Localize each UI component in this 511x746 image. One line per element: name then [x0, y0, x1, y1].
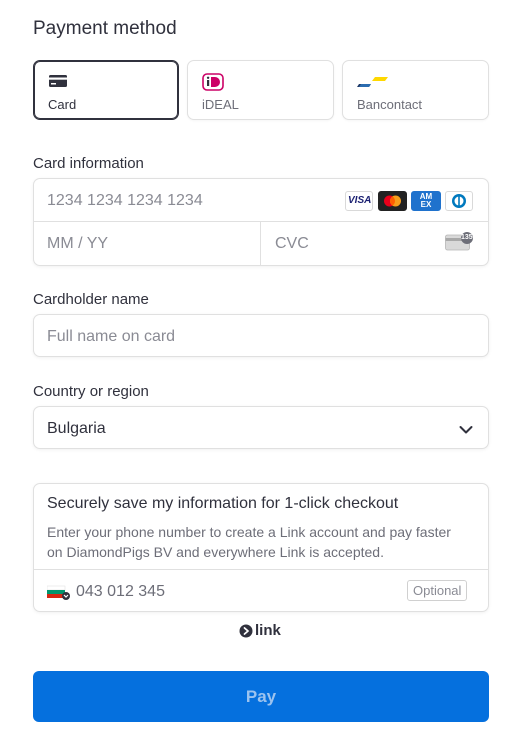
mastercard-icon: [378, 191, 407, 211]
optional-badge: Optional: [407, 580, 468, 601]
pay-button[interactable]: Pay: [33, 671, 489, 722]
link-logo-text: link: [255, 622, 281, 639]
payment-method-title: Payment method: [33, 18, 177, 39]
phone-value: 043 012 345: [76, 583, 165, 600]
bulgaria-flag-icon[interactable]: [46, 585, 71, 606]
expiry-input[interactable]: MM / YY: [34, 222, 260, 265]
amex-icon: AM EX: [411, 191, 441, 211]
cardholder-name-placeholder: Full name on card: [47, 328, 176, 345]
cvc-icon: 135: [445, 232, 475, 257]
country-select[interactable]: Bulgaria: [33, 406, 489, 449]
country-label: Country or region: [33, 383, 149, 400]
link-save-heading: Securely save my information for 1-click…: [47, 495, 399, 512]
link-logo: link: [239, 622, 281, 639]
link-save-description: Enter your phone number to create a Link…: [47, 524, 451, 560]
cvc-input[interactable]: CVC 135: [261, 222, 488, 265]
bancontact-icon: [357, 75, 389, 94]
diners-icon: [445, 191, 473, 211]
card-number-placeholder: 1234 1234 1234 1234: [47, 192, 203, 209]
visa-icon: VISA: [345, 191, 373, 211]
country-value: Bulgaria: [47, 420, 106, 437]
ideal-icon: [202, 73, 224, 96]
card-icon: [48, 74, 68, 93]
tab-bancontact[interactable]: Bancontact: [342, 60, 489, 120]
cardholder-name-label: Cardholder name: [33, 291, 149, 308]
tab-ideal[interactable]: iDEAL: [187, 60, 334, 120]
chevron-down-icon: [459, 422, 473, 440]
tab-bancontact-label: Bancontact: [357, 97, 423, 112]
link-arrow-icon: [239, 624, 253, 638]
tab-card[interactable]: Card: [33, 60, 179, 120]
card-information-label: Card information: [33, 155, 144, 172]
tab-card-label: Card: [48, 97, 77, 112]
cvc-placeholder: CVC: [275, 235, 309, 252]
phone-input[interactable]: 043 012 345 Optional: [34, 570, 488, 611]
cardholder-name-input[interactable]: Full name on card: [33, 314, 489, 357]
tab-ideal-label: iDEAL: [202, 97, 239, 112]
expiry-placeholder: MM / YY: [47, 235, 109, 252]
